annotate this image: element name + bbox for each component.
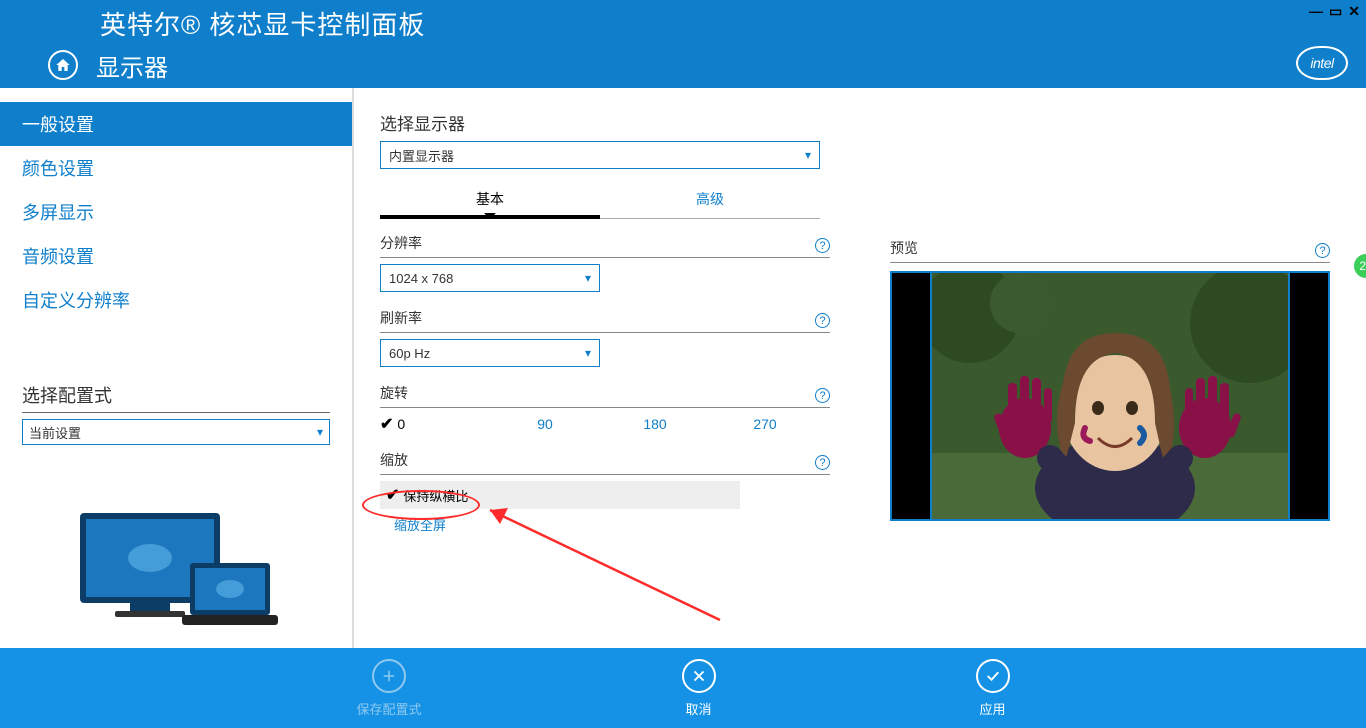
plus-icon xyxy=(372,659,406,693)
scaling-label: 缩放 xyxy=(380,450,408,470)
tab-advanced[interactable]: 高级 xyxy=(600,189,820,219)
help-icon[interactable]: ? xyxy=(815,388,830,403)
check-icon: ✔ xyxy=(386,485,399,505)
help-icon[interactable]: ? xyxy=(815,455,830,470)
app-title: 英特尔® 核芯显卡控制面板 xyxy=(100,5,425,42)
sidebar-item-multidisplay[interactable]: 多屏显示 xyxy=(0,190,352,234)
scaling-opt-label: 保持纵横比 xyxy=(403,486,468,505)
rotation-opt-label: 0 xyxy=(397,416,405,432)
preview-column: 预览 ? xyxy=(890,110,1340,648)
preview-label: 预览 xyxy=(890,238,918,258)
tab-basic[interactable]: 基本 xyxy=(380,189,600,219)
resolution-label: 分辨率 xyxy=(380,233,422,253)
resolution-dropdown[interactable]: 1024 x 768 ▾ xyxy=(380,264,600,292)
intel-logo: intel xyxy=(1296,46,1348,80)
sidebar-item-label: 颜色设置 xyxy=(22,159,94,179)
sidebar-item-customres[interactable]: 自定义分辨率 xyxy=(0,278,352,322)
profile-value: 当前设置 xyxy=(29,423,81,442)
sidebar-item-audio[interactable]: 音频设置 xyxy=(0,234,352,278)
tab-label: 基本 xyxy=(476,191,504,207)
select-display-dropdown[interactable]: 内置显示器 ▾ xyxy=(380,141,820,169)
select-display-label: 选择显示器 xyxy=(380,110,830,135)
save-profile-button[interactable]: 保存配置式 xyxy=(356,659,421,718)
sidebar-item-general[interactable]: 一般设置 xyxy=(0,102,352,146)
rotation-option-270[interactable]: 270 xyxy=(710,414,820,434)
rotation-opt-label: 270 xyxy=(753,416,776,432)
sidebar-item-color[interactable]: 颜色设置 xyxy=(0,146,352,190)
check-icon xyxy=(976,659,1010,693)
rotation-block: 旋转 ? ✔0 90 180 270 xyxy=(380,383,830,434)
scaling-option-aspect[interactable]: ✔ 保持纵横比 xyxy=(380,481,740,509)
rotation-opt-label: 90 xyxy=(537,416,553,432)
header: 英特尔® 核芯显卡控制面板 — ▭ ✕ 显示器 intel xyxy=(0,0,1366,88)
rotation-opt-label: 180 xyxy=(643,416,666,432)
apply-button[interactable]: 应用 xyxy=(976,659,1010,718)
preview-image xyxy=(930,273,1290,519)
resolution-block: 分辨率 ? 1024 x 768 ▾ xyxy=(380,233,830,292)
resolution-value: 1024 x 768 xyxy=(389,271,453,286)
tab-bar: 基本 高级 xyxy=(380,189,820,219)
scaling-option-fullscreen[interactable]: 缩放全屏 xyxy=(394,515,446,534)
rotation-label: 旋转 xyxy=(380,383,408,403)
footer-label: 应用 xyxy=(979,699,1005,718)
footer-label: 保存配置式 xyxy=(356,699,421,718)
scaling-block: 缩放 ? ✔ 保持纵横比 缩放全屏 xyxy=(380,450,830,535)
preview-box xyxy=(890,271,1330,521)
settings-column: 选择显示器 内置显示器 ▾ 基本 高级 分辨率 ? 1024 x 768 ▾ xyxy=(380,110,830,648)
body: 一般设置 颜色设置 多屏显示 音频设置 自定义分辨率 选择配置式 当前设置 ▾ xyxy=(0,88,1366,648)
rotation-option-0[interactable]: ✔0 xyxy=(380,414,490,434)
chevron-down-icon: ▾ xyxy=(317,425,323,439)
refresh-dropdown[interactable]: 60p Hz ▾ xyxy=(380,339,600,367)
chevron-down-icon: ▾ xyxy=(805,148,811,162)
home-icon[interactable] xyxy=(48,50,78,80)
sidebar-item-label: 一般设置 xyxy=(22,115,94,135)
help-icon[interactable]: ? xyxy=(815,238,830,253)
display-illustration xyxy=(70,508,280,638)
sidebar-item-label: 多屏显示 xyxy=(22,203,94,223)
sidebar: 一般设置 颜色设置 多屏显示 音频设置 自定义分辨率 选择配置式 当前设置 ▾ xyxy=(0,88,352,648)
footer: 保存配置式 取消 应用 xyxy=(0,648,1366,728)
cancel-button[interactable]: 取消 xyxy=(682,659,716,718)
rotation-option-180[interactable]: 180 xyxy=(600,414,710,434)
maximize-button[interactable]: ▭ xyxy=(1329,4,1342,18)
chevron-down-icon: ▾ xyxy=(585,346,591,360)
close-button[interactable]: ✕ xyxy=(1348,4,1360,18)
sidebar-item-label: 自定义分辨率 xyxy=(22,291,130,311)
chevron-down-icon: ▾ xyxy=(585,271,591,285)
main: 选择显示器 内置显示器 ▾ 基本 高级 分辨率 ? 1024 x 768 ▾ xyxy=(354,88,1366,648)
close-icon xyxy=(682,659,716,693)
window-controls: — ▭ ✕ xyxy=(1309,4,1360,18)
footer-label: 取消 xyxy=(685,699,711,718)
help-icon[interactable]: ? xyxy=(815,313,830,328)
sidebar-item-label: 音频设置 xyxy=(22,247,94,267)
section-title: 显示器 xyxy=(96,48,168,83)
check-icon: ✔ xyxy=(380,414,393,434)
rotation-option-90[interactable]: 90 xyxy=(490,414,600,434)
minimize-button[interactable]: — xyxy=(1309,4,1323,18)
refresh-value: 60p Hz xyxy=(389,346,430,361)
profile-label: 选择配置式 xyxy=(22,382,330,413)
profile-block: 选择配置式 当前设置 ▾ xyxy=(22,382,330,445)
tab-label: 高级 xyxy=(696,191,724,207)
profile-select[interactable]: 当前设置 ▾ xyxy=(22,419,330,445)
refresh-block: 刷新率 ? 60p Hz ▾ xyxy=(380,308,830,367)
refresh-label: 刷新率 xyxy=(380,308,422,328)
select-display-value: 内置显示器 xyxy=(389,146,454,165)
help-icon[interactable]: ? xyxy=(1315,243,1330,258)
